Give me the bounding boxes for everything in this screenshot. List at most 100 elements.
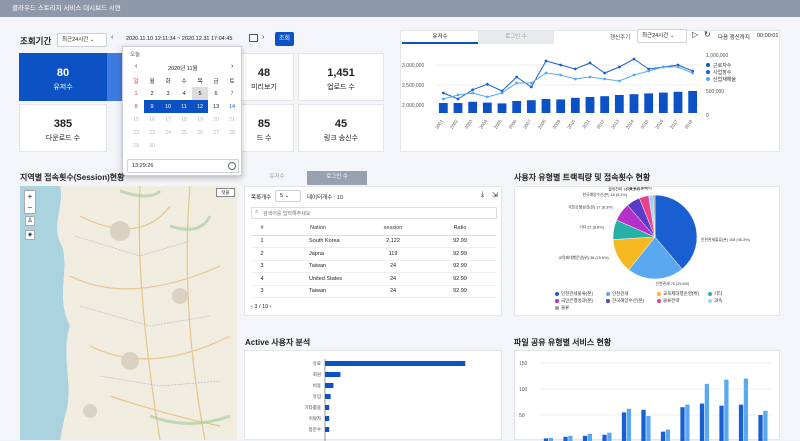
tab-logins[interactable]: 로그인 수 (478, 31, 554, 44)
calendar-day[interactable]: 18 (176, 113, 192, 126)
calendar-day[interactable]: 25 (176, 126, 192, 139)
calendar-day[interactable]: 26 (192, 126, 208, 139)
calendar-day[interactable]: 30 (144, 139, 160, 152)
chevron-right-icon[interactable]: › (262, 34, 264, 41)
calendar-day[interactable]: 6 (208, 87, 224, 100)
calendar-day[interactable]: 14 (224, 100, 240, 113)
calendar-day[interactable]: 17 (160, 113, 176, 126)
table-cell: 92.99 (423, 260, 497, 273)
calendar-icon[interactable] (249, 34, 258, 42)
street-view-icon[interactable]: ♙ (25, 216, 35, 226)
download-icon[interactable]: ⤓ (481, 191, 484, 199)
prev-month-icon[interactable]: ‹ (135, 63, 137, 70)
date-range[interactable]: 2020.11.10 12:11:34 ~ 2020.12.31 17:04:4… (126, 36, 232, 42)
series-3-point (515, 81, 519, 85)
calendar-day[interactable]: 16 (144, 113, 160, 126)
calendar-day[interactable]: 10 (160, 100, 176, 113)
pie-legend-item[interactable]: 과속 (708, 298, 755, 304)
bar-series-a (719, 405, 724, 441)
table-cell: South Korea (273, 235, 363, 248)
calendar-day[interactable]: 9 (144, 100, 160, 113)
table-tab-users[interactable]: 유저수 (247, 171, 307, 185)
calendar-day[interactable]: 29 (128, 139, 144, 152)
table-row[interactable]: 4 United States 24 92.99 (251, 272, 497, 286)
stat-value: 1,451 (327, 67, 355, 79)
table-search-input[interactable] (263, 209, 493, 218)
calendar-day[interactable]: 11 (176, 100, 192, 113)
zoom-out-button[interactable]: − (25, 202, 35, 213)
x-tick-label: 2002 (449, 118, 459, 129)
pie-legend-item[interactable]: 교육제대행운영(위) (657, 291, 704, 297)
pie-legend-item[interactable]: 물류 (555, 305, 602, 311)
calendar-day[interactable]: 15 (128, 113, 144, 126)
pager-next-icon[interactable]: › (268, 304, 272, 310)
calendar-day[interactable]: 28 (224, 126, 240, 139)
stat-card-users[interactable]: 80 유저수 (19, 53, 107, 101)
pie-legend-item[interactable]: 한국해양수산(본) (606, 298, 653, 304)
bar (600, 96, 610, 113)
calendar-day[interactable]: 19 (192, 113, 208, 126)
pie-legend-item[interactable]: 인천관세물류(본) (555, 291, 602, 297)
calendar-day[interactable]: 22 (128, 126, 144, 139)
pie-legend-item[interactable]: 기타 (708, 291, 755, 297)
map-title: 지역별 접속횟수(Session)현황 (20, 173, 125, 182)
calendar-day[interactable]: 12 (192, 100, 208, 113)
map-toggle-button[interactable]: 텃플 (216, 188, 235, 197)
tab-users[interactable]: 유저수 (402, 31, 478, 44)
calendar-day[interactable]: 8 (128, 100, 144, 113)
region-map[interactable]: + − ♙ ◈ 텃플 (20, 186, 237, 440)
time-field[interactable]: 13:29:26 (127, 159, 239, 173)
x-tick-label: 2013 (610, 118, 620, 129)
calendar-day[interactable]: 1 (128, 87, 144, 100)
refresh-select[interactable]: 최근24시간 ⌄ (637, 29, 687, 43)
calendar-day[interactable]: 2 (144, 87, 160, 100)
today-label[interactable]: 오늘 (130, 50, 140, 58)
pie-legend-item[interactable]: 물류전략 (657, 298, 704, 304)
clock-icon (228, 162, 236, 170)
series-3-line (443, 66, 693, 100)
calendar-day[interactable]: 5 (192, 87, 208, 100)
range-select[interactable]: 최근24시간 ⌄ (57, 33, 107, 47)
per-page-select[interactable]: 5 ⌄ (275, 190, 301, 202)
next-month-icon[interactable]: › (231, 63, 233, 70)
search-button[interactable]: 조회 (275, 32, 294, 46)
zoom-controls: + − (24, 190, 36, 214)
table-search[interactable]: ⌕ (251, 207, 497, 219)
series-2-point (456, 97, 460, 101)
calendar-day[interactable]: 3 (160, 87, 176, 100)
bar (629, 94, 639, 113)
x-tick-label: 2005 (493, 118, 503, 129)
table-cell: 3 (251, 260, 273, 273)
calendar-day[interactable]: 7 (224, 87, 240, 100)
chevron-left-icon[interactable]: ‹ (111, 34, 113, 41)
calendar-day[interactable]: 24 (160, 126, 176, 139)
calendar-day[interactable]: 4 (176, 87, 192, 100)
zoom-in-button[interactable]: + (25, 191, 35, 202)
refresh-icon[interactable]: ↻ (704, 30, 711, 39)
next-refresh-label: 다음 갱신까지 (718, 35, 750, 41)
play-icon[interactable]: ▷ (692, 30, 698, 39)
bar (541, 99, 551, 113)
search-icon: ⌕ (255, 209, 259, 215)
stat-card-download[interactable]: 385 다운로드 수 (19, 104, 107, 152)
pie-legend-item[interactable]: 국민은행성과(본) (555, 298, 602, 304)
table-cell: 24 (363, 260, 423, 273)
calendar-day[interactable]: 21 (224, 113, 240, 126)
table-row[interactable]: 1 South Korea 2,122 92.99 (251, 235, 497, 248)
export-icon[interactable]: ⇲ (492, 191, 498, 199)
bar-series-b (665, 429, 671, 441)
stat-card-edge (107, 53, 123, 101)
stat-card-upload[interactable]: 1,451 업로드 수 (298, 53, 384, 101)
layers-icon[interactable]: ◈ (25, 230, 35, 240)
calendar-day[interactable]: 27 (208, 126, 224, 139)
table-cell: Japna (273, 247, 363, 261)
stat-card-link[interactable]: 45 링크 송신수 (298, 104, 384, 152)
calendar-day[interactable]: 13 (208, 100, 224, 113)
table-row[interactable]: 2 Japna 119 92.99 (251, 247, 497, 261)
table-row[interactable]: 3 Taiwan 24 92.99 (251, 260, 497, 273)
table-tab-logins[interactable]: 로그인 수 (307, 171, 367, 185)
calendar-day[interactable]: 20 (208, 113, 224, 126)
table-row[interactable]: 3 Taiwan 24 92.99 (251, 285, 497, 298)
pie-legend-item[interactable]: 인천관세 (606, 291, 653, 297)
calendar-day[interactable]: 23 (144, 126, 160, 139)
